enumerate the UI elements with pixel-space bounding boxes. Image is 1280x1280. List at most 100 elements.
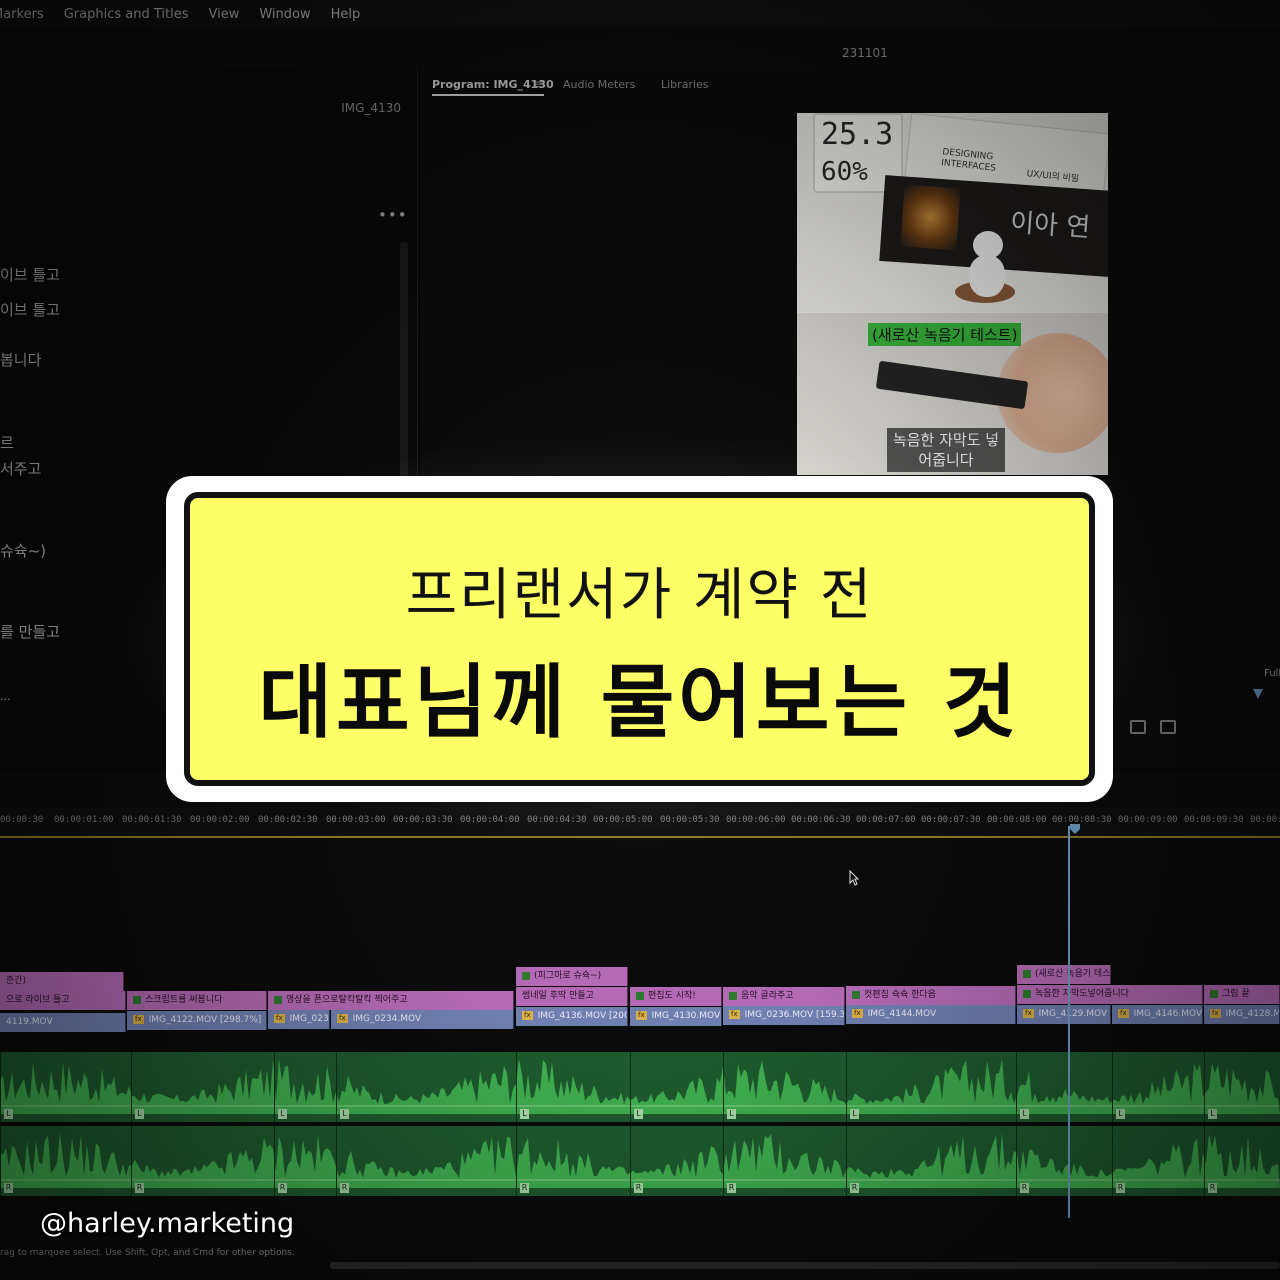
right-channel-badge: R bbox=[135, 1183, 144, 1193]
status-text: rag to marquee select. Use Shift, Opt, a… bbox=[0, 1248, 295, 1258]
right-channel-badge: R bbox=[727, 1183, 736, 1193]
audio-clip-boundary bbox=[516, 1052, 517, 1122]
ruler-tick-label: 00:00:07:00 bbox=[856, 815, 916, 825]
clip-label: IMG_4122.MOV [298.7%] bbox=[148, 1015, 262, 1025]
ruler-tick-label: 00:00:1 bbox=[1250, 815, 1280, 825]
clip-label: 준간) bbox=[6, 976, 27, 986]
video-clip[interactable]: fx IMG_4146.MOV bbox=[1112, 1005, 1203, 1024]
graphic-icon bbox=[1023, 969, 1031, 978]
timeline-scrollbar[interactable] bbox=[330, 1262, 1280, 1269]
graphic-icon bbox=[1023, 989, 1031, 998]
graphics-clip[interactable]: 영상을 폰으로탈칵탈칵 찍어주고 bbox=[268, 991, 514, 1010]
active-tab-indicator bbox=[432, 94, 544, 96]
clip-label: 영상을 폰으로탈칵탈칵 찍어주고 bbox=[286, 995, 408, 1005]
graphic-icon bbox=[636, 991, 644, 1000]
tab-libraries[interactable]: Libraries bbox=[661, 78, 709, 91]
cat-body bbox=[969, 255, 1005, 297]
ruler-tick-label: 00:00:02:30 bbox=[258, 815, 318, 825]
ruler-tick-label: 00:00:06:30 bbox=[791, 815, 851, 825]
left-channel-badge: L bbox=[278, 1109, 287, 1119]
clip-label: (피그마로 슈슉~) bbox=[534, 971, 602, 981]
clip-label: 4119.MOV bbox=[6, 1017, 53, 1027]
right-channel-badge: R bbox=[1116, 1183, 1125, 1193]
menu-help[interactable]: Help bbox=[331, 7, 361, 22]
graphics-clip[interactable]: 음악 골라주고 bbox=[723, 987, 845, 1006]
audio-clip-boundary bbox=[131, 1126, 132, 1196]
instagram-handle: @harley.marketing bbox=[40, 1208, 295, 1239]
fx-badge: fx bbox=[636, 1011, 647, 1020]
video-clip[interactable]: fx IMG_4136.MOV [200%] bbox=[516, 1007, 628, 1026]
left-channel-badge: L bbox=[4, 1109, 13, 1119]
menu-bar: Markers Graphics and Titles View Window … bbox=[0, 0, 1280, 28]
clip-label: (새로산 녹음기 테스 bbox=[1035, 969, 1111, 979]
graphics-clip[interactable]: 썸네일 후딱 만들고 bbox=[516, 987, 628, 1006]
fx-badge: fx bbox=[337, 1014, 348, 1023]
audio-clip-boundary bbox=[846, 1126, 847, 1196]
title-line-1: 프리랜서가 계약 전 bbox=[405, 563, 874, 628]
menu-graphics-and-titles[interactable]: Graphics and Titles bbox=[64, 7, 189, 22]
clip-label: 그림 끝 bbox=[1222, 989, 1250, 999]
timeline-playhead[interactable] bbox=[1068, 826, 1070, 1218]
audio-clip-boundary bbox=[630, 1052, 631, 1122]
work-area-bar[interactable] bbox=[0, 836, 1280, 838]
left-channel-badge: L bbox=[1116, 1109, 1125, 1119]
video-clip[interactable]: fx IMG_4129.MOV [20 bbox=[1017, 1005, 1111, 1024]
graphics-clip[interactable]: 편집도 시작! bbox=[630, 987, 722, 1006]
graphics-clip[interactable]: 준간) bbox=[0, 972, 124, 991]
caption-green: (새로산 녹음기 테스트) bbox=[868, 323, 1022, 346]
video-clip[interactable]: fx IMG_0236.MOV [159.38%] bbox=[723, 1006, 845, 1025]
resolution-select[interactable]: Full bbox=[1264, 668, 1280, 679]
clip-label: 음악 골라주고 bbox=[741, 991, 794, 1001]
video-clip[interactable]: fx IMG_023 bbox=[268, 1010, 330, 1029]
ruler-tick-label: 00:00:09:30 bbox=[1184, 815, 1244, 825]
graphics-clip[interactable]: 그림 끝 bbox=[1204, 985, 1280, 1004]
menu-markers[interactable]: Markers bbox=[0, 7, 44, 22]
graphics-clip[interactable]: 스크립트를 써봅니다 bbox=[127, 991, 267, 1010]
right-channel-badge: R bbox=[520, 1183, 529, 1193]
menu-window[interactable]: Window bbox=[259, 7, 310, 22]
ruler-tick-label: 00:00:09:00 bbox=[1118, 815, 1178, 825]
graphics-clip[interactable]: (피그마로 슈슉~) bbox=[516, 967, 628, 986]
right-channel-badge: R bbox=[1208, 1183, 1217, 1193]
video-clip[interactable]: fx IMG_0234.MOV bbox=[331, 1010, 514, 1029]
tab-audio-meters[interactable]: Audio Meters bbox=[563, 78, 635, 91]
graphics-clip[interactable]: (새로산 녹음기 테스 bbox=[1017, 965, 1111, 984]
video-clip[interactable]: 4119.MOV bbox=[0, 1013, 126, 1032]
cat-figurine bbox=[965, 231, 1005, 301]
clip-label: 편집도 시작! bbox=[648, 991, 696, 1001]
graphics-clip[interactable]: 녹음한 자막도넣어줍니다 bbox=[1017, 985, 1203, 1004]
ruler-tick-label: 00:00:05:00 bbox=[593, 815, 653, 825]
audio-clip-boundary bbox=[723, 1126, 724, 1196]
ruler-tick-label: 00:00:30 bbox=[0, 815, 44, 825]
left-channel-badge: L bbox=[135, 1109, 144, 1119]
insert-icon[interactable] bbox=[1130, 720, 1146, 734]
clip-label: IMG_4136.MOV [200%] bbox=[537, 1011, 627, 1021]
clip-label: 으로 라이브 틀고 bbox=[6, 995, 70, 1005]
graphics-clip[interactable]: 컷편집 슉슉 한다음 bbox=[846, 986, 1016, 1005]
audio-clip-boundary bbox=[336, 1126, 337, 1196]
title-card: 프리랜서가 계약 전 대표님께 물어보는 것 bbox=[184, 492, 1095, 786]
audio-clip-boundary bbox=[723, 1052, 724, 1122]
video-clip[interactable]: fx IMG_4130.MOV [45 bbox=[630, 1007, 722, 1026]
video-clip[interactable]: fx IMG_4122.MOV [298.7%] bbox=[127, 1011, 267, 1030]
overwrite-icon[interactable] bbox=[1160, 720, 1176, 734]
tab-menu-icon[interactable]: ≡ bbox=[534, 77, 544, 91]
audio-clip-boundary bbox=[516, 1126, 517, 1196]
fx-badge: fx bbox=[133, 1015, 144, 1024]
program-video-frame[interactable]: 25.3 60% DESIGNING INTERFACES UX/UI의 비밀 … bbox=[797, 113, 1108, 475]
panel-more-icon[interactable]: ••• bbox=[378, 206, 408, 224]
graphic-icon bbox=[1210, 989, 1218, 998]
graphics-clip[interactable]: 으로 라이브 틀고 bbox=[0, 991, 126, 1010]
video-clip[interactable]: fx IMG_4144.MOV bbox=[846, 1005, 1016, 1024]
video-clip[interactable]: fx IMG_4128.MOV bbox=[1204, 1005, 1280, 1024]
audio-clip-boundary bbox=[1112, 1052, 1113, 1122]
graphic-icon bbox=[522, 971, 530, 980]
graphic-icon bbox=[133, 995, 141, 1004]
right-channel-badge: R bbox=[340, 1183, 349, 1193]
script-line: 봅니다 bbox=[0, 351, 42, 369]
ruler-tick-label: 00:00:01:30 bbox=[122, 815, 182, 825]
audio-clip-boundary bbox=[274, 1052, 275, 1122]
audio-clip-boundary bbox=[336, 1052, 337, 1122]
fx-badge: fx bbox=[1023, 1009, 1034, 1018]
menu-view[interactable]: View bbox=[208, 7, 239, 22]
